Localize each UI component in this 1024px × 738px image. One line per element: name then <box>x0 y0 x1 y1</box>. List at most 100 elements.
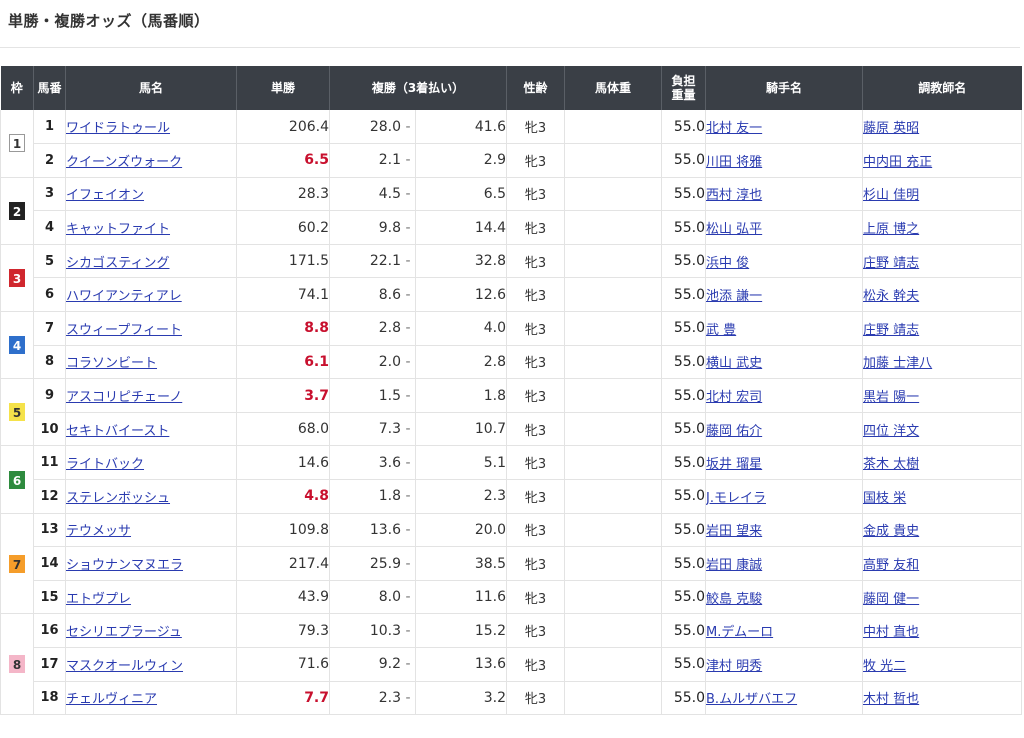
jockey-cell: J.モレイラ <box>705 479 864 514</box>
horse-name-link[interactable]: チェルヴィニア <box>66 692 157 707</box>
horse-name-link[interactable]: アスコリピチェーノ <box>66 390 182 405</box>
jockey-link[interactable]: 池添 謙一 <box>706 289 762 304</box>
body-weight-cell <box>564 345 663 380</box>
table-row: 7 13 テウメッサ 109.8 13.6-20.0 牝3 55.0 岩田 望来 金成 貴史 <box>0 513 1023 615</box>
trainer-cell: 藤岡 健一 <box>862 580 1023 615</box>
horse-name-link[interactable]: セシリエプラージュ <box>66 625 182 640</box>
waku-number-badge: 5 <box>9 403 25 422</box>
umaban-cell: 16 <box>33 613 66 648</box>
waku-number-badge: 2 <box>9 201 25 220</box>
horse-name-link[interactable]: マスクオールウィン <box>66 659 183 674</box>
trainer-link[interactable]: 杉山 佳明 <box>863 188 919 203</box>
jockey-link[interactable]: 藤岡 佑介 <box>706 424 762 439</box>
umaban-cell: 18 <box>33 681 66 716</box>
trainer-link[interactable]: 金成 貴史 <box>863 524 919 539</box>
jockey-link[interactable]: 鮫島 克駿 <box>706 592 762 607</box>
horse-name-link[interactable]: テウメッサ <box>66 524 131 539</box>
trainer-link[interactable]: 黒岩 陽一 <box>863 390 919 405</box>
horse-name-link[interactable]: キャットファイト <box>66 222 170 237</box>
place-odds-low: 8.0 <box>378 589 401 606</box>
horse-name-link[interactable]: ハワイアンティアレ <box>66 289 182 304</box>
table-row: 3 5 シカゴスティング 171.5 22.1-32.8 牝3 55.0 浜中 俊庄野 靖志 <box>0 244 1023 313</box>
place-odds-low-cell: 4.5- <box>329 177 416 212</box>
jockey-link[interactable]: 岩田 康誠 <box>706 558 762 573</box>
place-odds-separator: - <box>405 219 411 236</box>
header-jockey: 騎手名 <box>705 66 864 110</box>
trainer-link[interactable]: 牧 光二 <box>863 659 906 674</box>
place-odds-separator: - <box>405 286 411 303</box>
horse-name-link[interactable]: クイーンズウォーク <box>66 155 182 170</box>
trainer-link[interactable]: 高野 友和 <box>863 558 919 573</box>
waku-number-badge: 4 <box>9 336 25 355</box>
horse-name-cell: ライトバック <box>65 445 237 481</box>
trainer-link[interactable]: 国枝 栄 <box>863 491 906 506</box>
jockey-link[interactable]: 北村 宏司 <box>706 390 762 405</box>
place-odds-low: 1.5 <box>378 387 401 404</box>
place-odds-high-cell: 1.8 <box>414 378 508 413</box>
body-weight-cell <box>564 647 663 682</box>
horse-name-link[interactable]: ワイドラトゥール <box>66 121 170 136</box>
umaban-cell: 6 <box>33 277 66 313</box>
table-row: 8 コラソンビート 6.1 2.0-2.8 牝3 55.0 横山 武史 加藤 士津八 <box>1 345 1023 380</box>
umaban-cell: 5 <box>33 244 66 279</box>
trainer-link[interactable]: 四位 洋文 <box>863 424 919 439</box>
place-odds-high-cell: 4.0 <box>414 311 508 346</box>
waku-cell: 8 <box>0 613 34 716</box>
trainer-link[interactable]: 中内田 充正 <box>863 155 932 170</box>
win-odds-cell: 109.8 <box>236 513 330 548</box>
jockey-link[interactable]: 浜中 俊 <box>706 256 749 271</box>
jockey-link[interactable]: 坂井 瑠星 <box>706 457 762 472</box>
jockey-link[interactable]: 川田 将雅 <box>706 155 762 170</box>
place-odds-low: 9.2 <box>378 656 401 673</box>
jockey-link[interactable]: 西村 淳也 <box>706 188 762 203</box>
place-odds-separator: - <box>405 454 411 471</box>
jockey-link[interactable]: 岩田 望来 <box>706 524 762 539</box>
trainer-link[interactable]: 庄野 靖志 <box>863 256 919 271</box>
trainer-link[interactable]: 加藤 士津八 <box>863 356 932 371</box>
trainer-link[interactable]: 藤原 英昭 <box>863 121 919 136</box>
table-row: 6 11 ライトバック 14.6 3.6-5.1 牝3 55.0 坂井 瑠星 茶木 太樹 <box>0 445 1023 514</box>
jockey-link[interactable]: 松山 弘平 <box>706 222 762 237</box>
trainer-link[interactable]: 茶木 太樹 <box>863 457 919 472</box>
trainer-link[interactable]: 庄野 靖志 <box>863 323 919 338</box>
horse-name-link[interactable]: シカゴスティング <box>66 256 169 271</box>
horse-name-cell: ハワイアンティアレ <box>65 277 237 313</box>
horse-name-cell: ワイドラトゥール <box>65 110 237 145</box>
body-weight-cell <box>564 513 663 548</box>
place-odds-low-cell: 7.3- <box>329 412 416 447</box>
trainer-link[interactable]: 上原 博之 <box>863 222 919 237</box>
burden-weight-cell: 55.0 <box>661 177 707 212</box>
horse-name-link[interactable]: スウィープフィート <box>66 323 182 338</box>
burden-weight-cell: 55.0 <box>661 143 707 178</box>
jockey-link[interactable]: 北村 友一 <box>706 121 762 136</box>
horse-name-link[interactable]: エトヴプレ <box>66 592 131 607</box>
jockey-link[interactable]: M.デムーロ <box>706 625 773 640</box>
horse-name-link[interactable]: コラソンビート <box>66 356 157 371</box>
waku-cell: 3 <box>0 244 34 313</box>
horse-name-cell: ショウナンマヌエラ <box>65 546 237 581</box>
trainer-link[interactable]: 松永 幹夫 <box>863 289 919 304</box>
header-win-odds: 単勝 <box>236 66 330 110</box>
horse-name-link[interactable]: セキトバイースト <box>66 424 169 439</box>
body-weight-cell <box>564 479 663 514</box>
trainer-link[interactable]: 木村 哲也 <box>863 692 919 707</box>
place-odds-high-cell: 11.6 <box>414 580 508 615</box>
sex-age-cell: 牝3 <box>506 143 566 178</box>
horse-name-link[interactable]: ライトバック <box>66 457 144 472</box>
horse-name-link[interactable]: ショウナンマヌエラ <box>66 558 183 573</box>
jockey-cell: 坂井 瑠星 <box>705 445 864 481</box>
jockey-link[interactable]: 武 豊 <box>706 323 736 338</box>
horse-name-link[interactable]: ステレンボッシュ <box>66 491 170 506</box>
jockey-link[interactable]: 津村 明秀 <box>706 659 762 674</box>
jockey-link[interactable]: J.モレイラ <box>706 491 766 506</box>
umaban-cell: 9 <box>33 378 66 413</box>
jockey-cell: 津村 明秀 <box>705 647 864 682</box>
place-odds-low-cell: 1.5- <box>329 378 416 413</box>
header-body-weight: 馬体重 <box>564 66 663 110</box>
trainer-link[interactable]: 中村 直也 <box>863 625 919 640</box>
jockey-link[interactable]: B.ムルザバエフ <box>706 692 797 707</box>
trainer-link[interactable]: 藤岡 健一 <box>863 592 919 607</box>
jockey-cell: M.デムーロ <box>705 613 864 648</box>
horse-name-link[interactable]: イフェイオン <box>66 188 144 203</box>
jockey-link[interactable]: 横山 武史 <box>706 356 762 371</box>
